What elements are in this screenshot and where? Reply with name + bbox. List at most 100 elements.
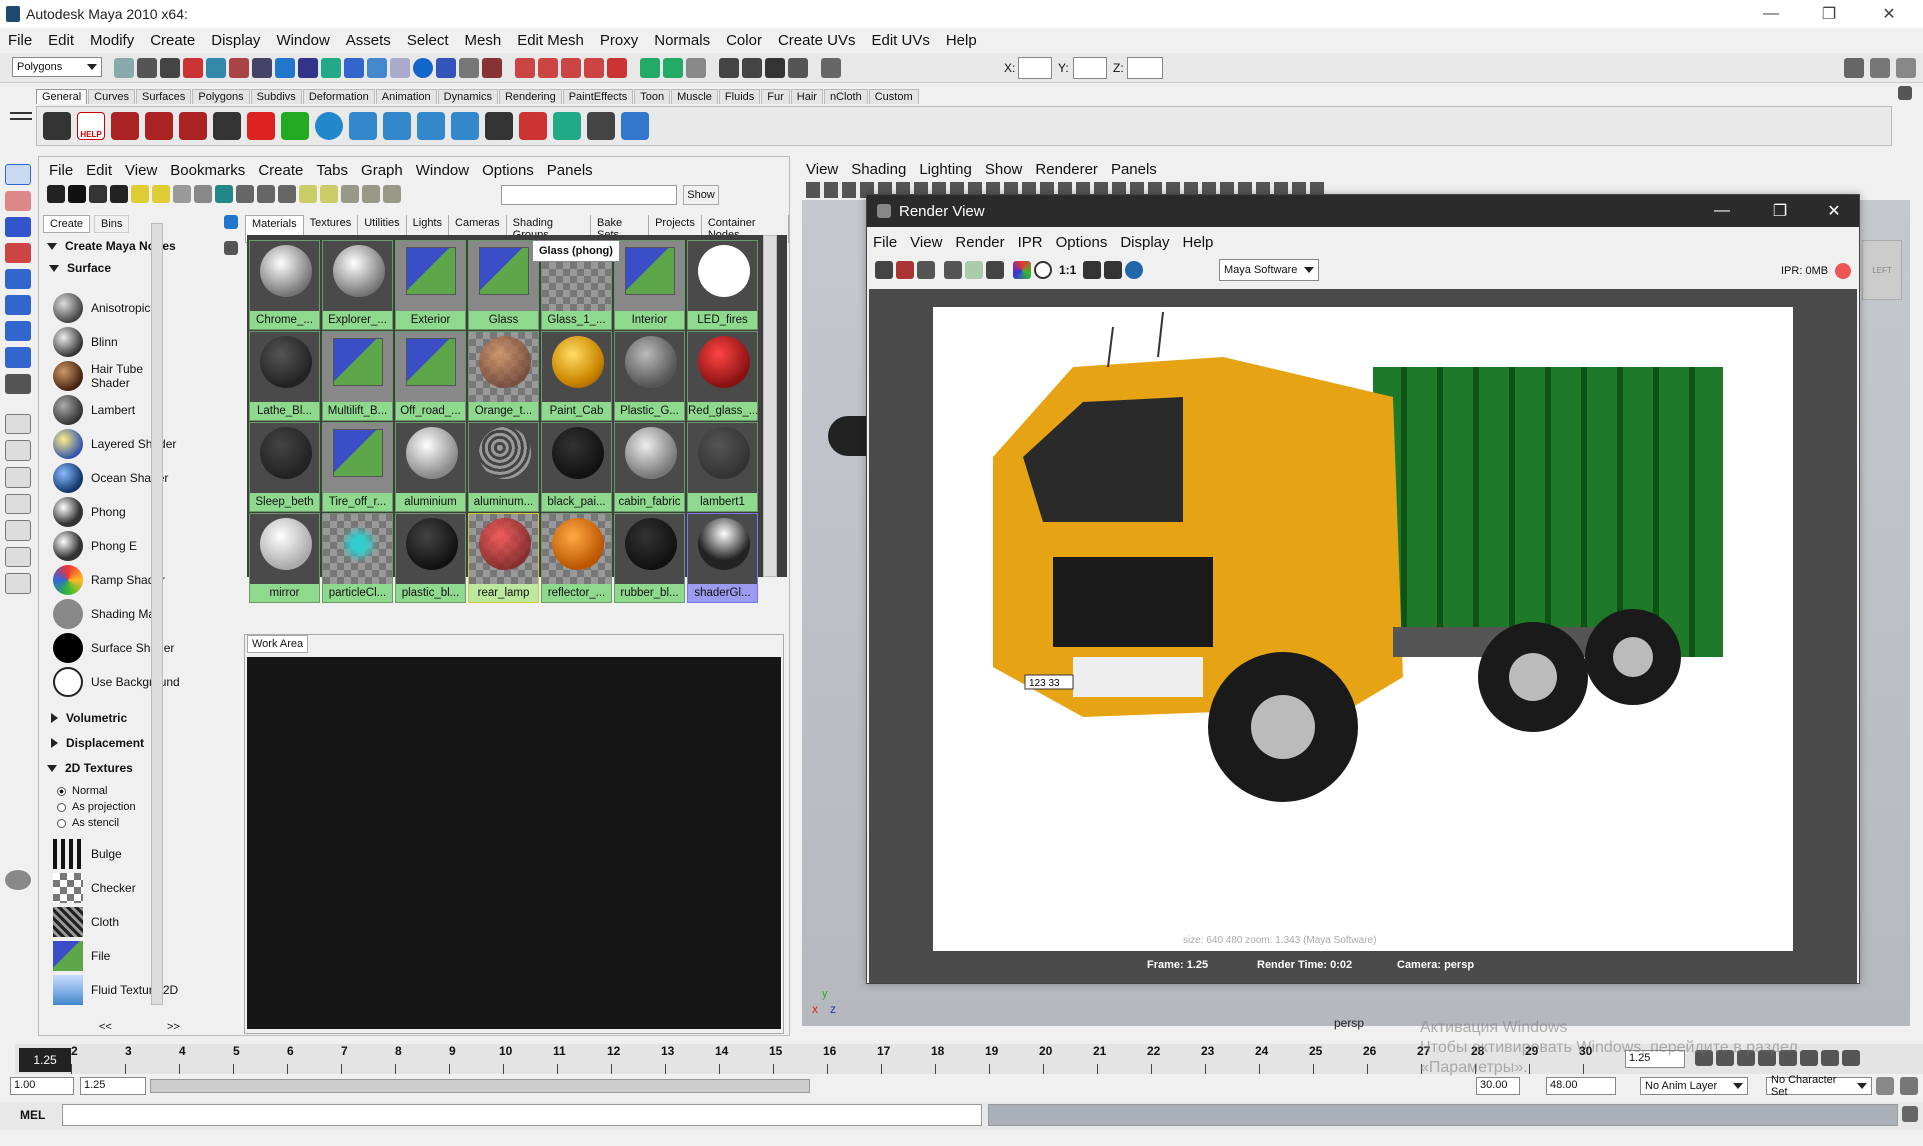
view-cube[interactable]: LEFT [1862, 240, 1902, 300]
shelf-group-icon[interactable] [383, 112, 411, 140]
material-swatch[interactable]: Interior [614, 240, 685, 330]
node-ocean-shader[interactable]: Ocean Shader [53, 463, 183, 493]
select-hierarchy-icon[interactable] [183, 58, 203, 78]
shelf-camera-icon[interactable] [43, 112, 71, 140]
list-tab-icon[interactable] [224, 241, 238, 255]
ratio-button[interactable]: 1:1 [1059, 263, 1076, 277]
material-swatch[interactable]: Chrome_... [249, 240, 320, 330]
output-ops-icon[interactable] [663, 58, 683, 78]
scroll-right-button[interactable]: >> [167, 1021, 180, 1033]
material-swatch[interactable]: plastic_bl... [395, 513, 466, 603]
rv-menu-view[interactable]: View [910, 234, 942, 251]
menu-display[interactable]: Display [211, 32, 260, 49]
shelf-tab-custom[interactable]: Custom [868, 89, 919, 104]
manipulator-icon[interactable] [5, 321, 31, 342]
shelf-tab-animation[interactable]: Animation [375, 89, 437, 104]
rv-menu-display[interactable]: Display [1120, 234, 1169, 251]
node-ramp-shader[interactable]: Ramp Shader [53, 565, 183, 595]
end-time-field[interactable]: 48.00 [1546, 1077, 1616, 1095]
rotate-tool-icon[interactable] [5, 269, 31, 290]
lock-icon[interactable] [459, 58, 479, 78]
shelf-light-icon[interactable] [519, 112, 547, 140]
pick-dynamic-icon[interactable] [390, 58, 410, 78]
material-swatch[interactable]: Red_glass_... [687, 331, 758, 421]
menu-modify[interactable]: Modify [90, 32, 134, 49]
highlight-icon[interactable] [482, 58, 502, 78]
render-settings-icon[interactable] [765, 58, 785, 78]
hs-menu-window[interactable]: Window [416, 162, 469, 179]
displacement-section[interactable]: Displacement [51, 734, 144, 752]
node-lambert[interactable]: Lambert [53, 395, 183, 425]
shelf-uv-icon[interactable] [553, 112, 581, 140]
render-region-icon[interactable] [944, 261, 962, 279]
shelf-joint-icon[interactable] [111, 112, 139, 140]
shelf-bind-icon[interactable] [179, 112, 207, 140]
open-scene-icon[interactable] [137, 58, 157, 78]
snap-grid-icon[interactable] [515, 58, 535, 78]
minimize-button[interactable]: — [1742, 0, 1800, 28]
vp-menu-show[interactable]: Show [985, 161, 1023, 178]
work-area-tab[interactable]: Work Area [247, 635, 309, 653]
pick-misc-icon[interactable] [436, 58, 456, 78]
pick-curve-icon[interactable] [321, 58, 341, 78]
pick-surface-icon[interactable] [344, 58, 364, 78]
snap-point-icon[interactable] [561, 58, 581, 78]
clear-graph-icon[interactable] [173, 185, 191, 203]
new-scene-icon[interactable] [114, 58, 134, 78]
playback-end-field[interactable]: 30.00 [1476, 1077, 1520, 1095]
material-swatch[interactable]: Paint_Cab [541, 331, 612, 421]
menu-edit-mesh[interactable]: Edit Mesh [517, 32, 584, 49]
layout-hypershade-icon[interactable] [5, 546, 31, 568]
rgb-channel-icon[interactable] [1013, 261, 1031, 279]
layout-graph-icon[interactable] [5, 520, 31, 541]
rv-menu-ipr[interactable]: IPR [1018, 234, 1043, 251]
volumetric-section[interactable]: Volumetric [51, 709, 127, 727]
hs-menu-panels[interactable]: Panels [547, 162, 593, 179]
alpha-channel-icon[interactable] [1034, 261, 1052, 279]
menu-normals[interactable]: Normals [654, 32, 710, 49]
menu-proxy[interactable]: Proxy [600, 32, 638, 49]
material-swatch[interactable]: rear_lamp [468, 513, 539, 603]
shelf-tab-ncloth[interactable]: nCloth [823, 89, 868, 104]
hypershade-search-input[interactable] [501, 185, 677, 205]
layout-outliner-icon[interactable] [5, 493, 31, 515]
radio-as-stencil[interactable]: As stencil [57, 817, 119, 829]
material-swatch[interactable]: Multilift_B... [322, 331, 393, 421]
paint-select-icon[interactable] [5, 216, 31, 237]
shelf-deformer-icon[interactable] [213, 112, 241, 140]
node-blinn[interactable]: Blinn [53, 327, 183, 357]
ipr-render-icon[interactable] [742, 58, 762, 78]
pick-handle-icon[interactable] [275, 58, 295, 78]
vp-menu-renderer[interactable]: Renderer [1035, 161, 1098, 178]
character-set-selector[interactable]: No Character Set [1766, 1074, 1872, 1098]
lasso-tool-icon[interactable] [5, 190, 31, 211]
work-area-canvas[interactable] [247, 657, 781, 1029]
mask-icon[interactable] [252, 58, 272, 78]
display-next-icon[interactable] [1104, 261, 1123, 279]
node-use-background[interactable]: Use Background [53, 667, 183, 697]
shelf-tab-deformation[interactable]: Deformation [302, 89, 375, 104]
material-swatch[interactable]: black_pai... [541, 422, 612, 512]
2d-textures-section[interactable]: 2D Textures [47, 759, 133, 777]
rv-minimize-button[interactable]: — [1693, 197, 1751, 225]
camera-select-icon[interactable] [1125, 261, 1144, 279]
show-top-icon[interactable] [68, 185, 86, 203]
vp-menu-panels[interactable]: Panels [1111, 161, 1157, 178]
shelf-tab-fur[interactable]: Fur [761, 89, 790, 104]
soft-mod-icon[interactable] [5, 347, 31, 368]
node-phong[interactable]: Phong [53, 497, 183, 527]
material-swatch[interactable]: cabin_fabric [614, 422, 685, 512]
shelf-tab-toon[interactable]: Toon [634, 89, 671, 104]
layout-single-icon[interactable] [5, 413, 31, 435]
rv-menu-help[interactable]: Help [1183, 234, 1214, 251]
snapshot-icon[interactable] [917, 261, 935, 279]
show-both-icon[interactable] [110, 185, 128, 203]
shelf-tab-dynamics[interactable]: Dynamics [437, 89, 498, 104]
ipr-stop-icon[interactable] [1835, 263, 1851, 279]
texture-file[interactable]: File [53, 941, 110, 971]
material-swatch[interactable]: aluminium [395, 422, 466, 512]
playback-start-field[interactable]: 1.25 [80, 1077, 146, 1095]
material-swatch[interactable]: Lathe_Bl... [249, 331, 320, 421]
material-swatch[interactable]: Orange_t... [468, 331, 539, 421]
save-scene-icon[interactable] [160, 58, 180, 78]
